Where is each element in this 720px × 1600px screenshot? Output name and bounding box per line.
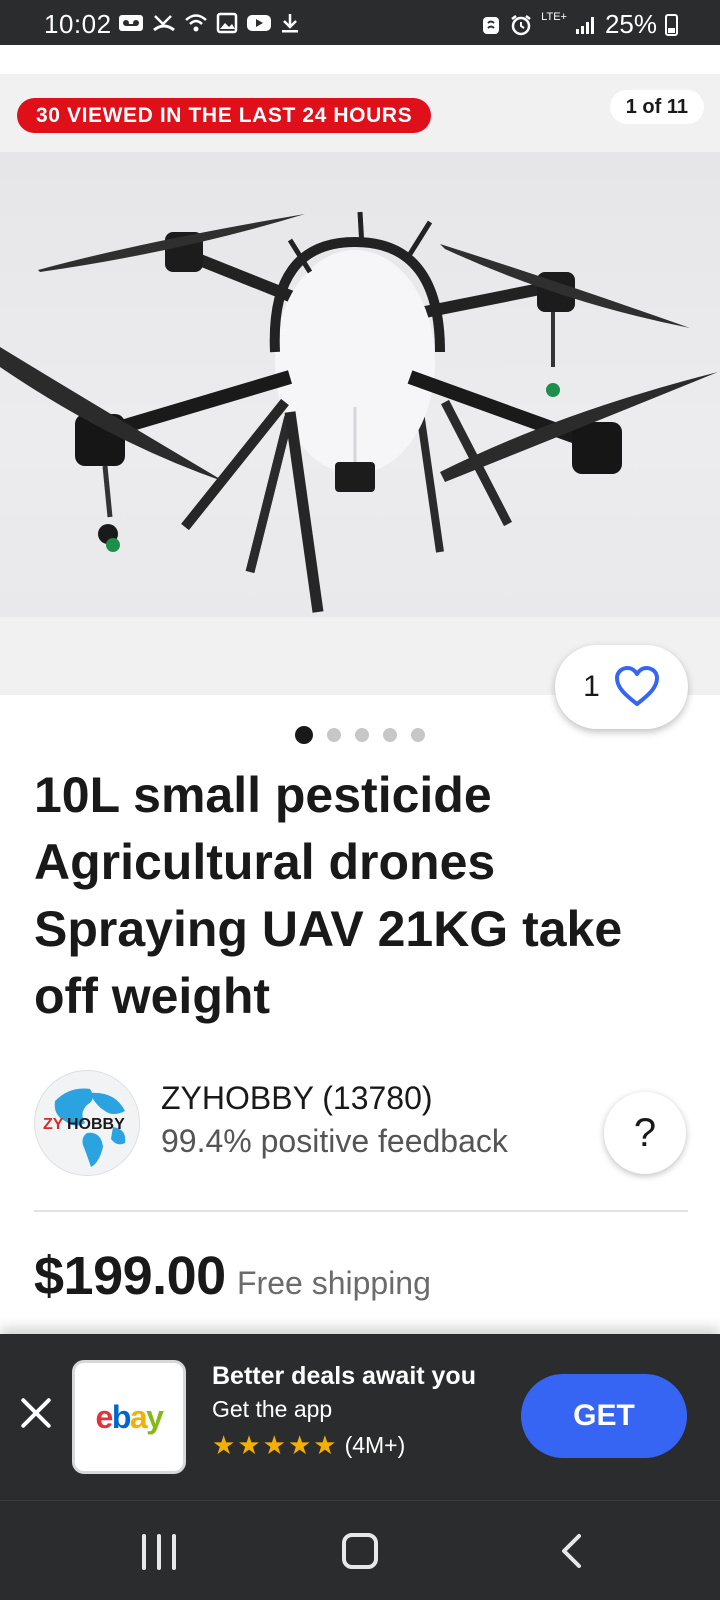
nfc-icon (483, 16, 500, 34)
listing-title: 10L small pesticide Agricultural drones … (34, 767, 623, 1024)
pagination-dot[interactable] (411, 728, 425, 742)
back-icon[interactable] (555, 1533, 591, 1569)
status-bar: 10:02 LTE+ 25% (0, 0, 720, 45)
status-time: 10:02 (44, 9, 112, 39)
gallery-pagination[interactable] (295, 726, 425, 744)
image-icon (216, 12, 238, 34)
star-icon: ★ (237, 1430, 261, 1460)
pagination-dot[interactable] (295, 726, 313, 744)
pagination-dot[interactable] (355, 728, 369, 742)
system-nav-bar (0, 1500, 720, 1600)
watch-count: 1 (583, 670, 600, 703)
alarm-icon (511, 14, 531, 35)
image-gallery[interactable]: 30 VIEWED IN THE LAST 24 HOURS 1 of 11 (0, 74, 720, 695)
viewed-badge: 30 VIEWED IN THE LAST 24 HOURS (17, 98, 432, 133)
watch-button[interactable]: 1 (555, 645, 688, 729)
wifi-icon (185, 14, 207, 32)
signal-icon (575, 16, 594, 34)
pagination-dot[interactable] (327, 728, 341, 742)
pagination-dot[interactable] (383, 728, 397, 742)
star-icon: ★ (212, 1430, 236, 1460)
battery-percent: 25% (604, 9, 657, 39)
seller-feedback: 99.4% positive feedback (161, 1123, 508, 1159)
rating-count: (4M+) (344, 1431, 406, 1458)
download-icon (282, 14, 298, 33)
app-install-banner: ebay Better deals await you Get the app … (0, 1334, 720, 1500)
status-system-icons: LTE+ 25% (481, 9, 678, 40)
voicemail-icon (119, 15, 143, 31)
star-icon: ★ (313, 1430, 337, 1460)
price: $199.00 (34, 1246, 226, 1306)
close-icon[interactable] (18, 1395, 54, 1431)
youtube-icon (247, 15, 271, 31)
shipping-info: Free shipping (237, 1265, 431, 1301)
product-image[interactable] (0, 152, 720, 617)
help-button[interactable]: ? (604, 1092, 686, 1174)
logo-text-hobby: HOBBY (67, 1116, 125, 1133)
banner-subtitle: Get the app (212, 1396, 333, 1422)
divider (34, 1210, 688, 1212)
home-icon[interactable] (342, 1533, 378, 1569)
battery-icon (665, 13, 678, 36)
recent-apps-icon[interactable] (142, 1534, 176, 1570)
status-notification-icons (118, 12, 300, 34)
star-icon: ★ (262, 1430, 286, 1460)
ebay-logo: ebay (95, 1398, 164, 1435)
missed-call-icon (153, 15, 175, 32)
banner-title: Better deals await you (212, 1362, 476, 1390)
logo-text-zy: ZY (43, 1116, 64, 1133)
ebay-app-icon: ebay (72, 1360, 186, 1474)
heart-icon (614, 666, 659, 706)
get-app-button[interactable]: GET (521, 1374, 687, 1458)
seller-name[interactable]: ZYHOBBY (13780) (161, 1080, 433, 1117)
app-rating: ★ ★ ★ ★ ★ (4M+) (212, 1431, 405, 1459)
seller-avatar[interactable]: ZY HOBBY (34, 1070, 140, 1176)
image-counter: 1 of 11 (609, 90, 704, 124)
star-icon: ★ (287, 1430, 312, 1460)
globe-logo-icon: ZY HOBBY (35, 1071, 139, 1175)
network-label: LTE+ (541, 11, 567, 23)
drone-image (0, 211, 718, 613)
